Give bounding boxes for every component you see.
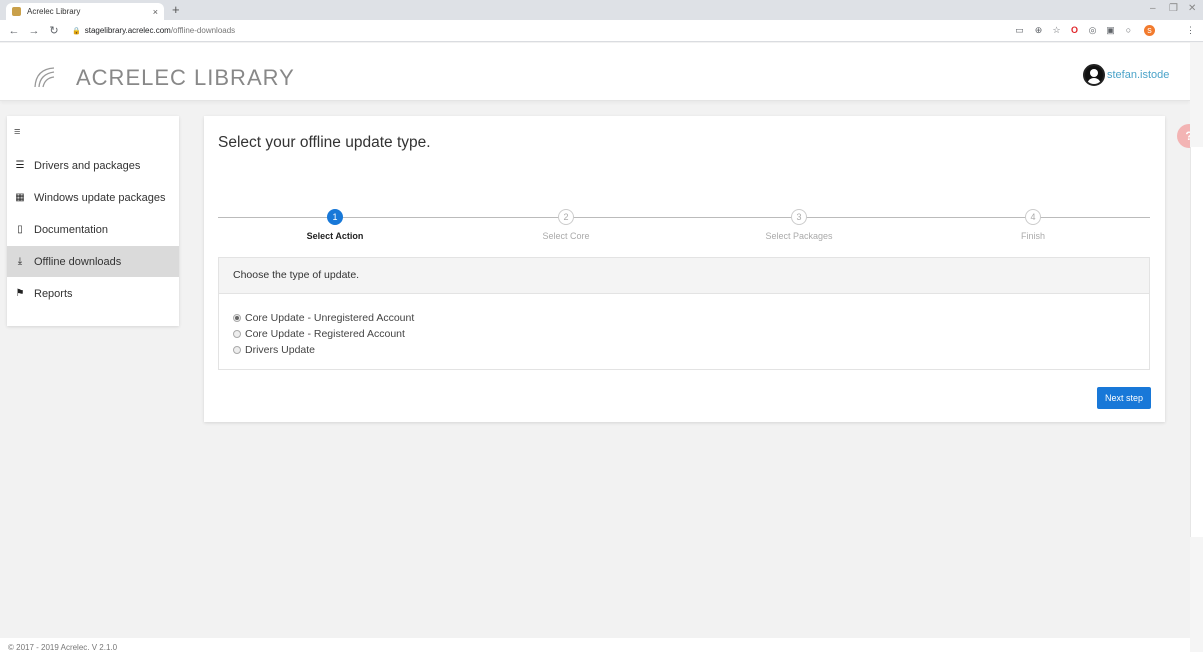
restore-icon[interactable]: ❐ (1169, 3, 1178, 14)
step-number: 1 (327, 209, 343, 225)
close-window-icon[interactable]: ✕ (1188, 3, 1196, 14)
radio-button[interactable] (233, 330, 241, 338)
forward-icon[interactable]: → (28, 25, 40, 37)
user-menu[interactable]: stefan.istode (1083, 64, 1169, 86)
sidebar-item-documentation[interactable]: ▯ Documentation (7, 214, 179, 245)
cast-icon[interactable]: ▭ (1014, 25, 1025, 36)
step-number: 4 (1025, 209, 1041, 225)
wizard-step-3[interactable]: 3 Select Packages (739, 209, 859, 241)
menu-dots-icon[interactable]: ⋮ (1185, 25, 1196, 36)
step-number: 3 (791, 209, 807, 225)
close-tab-icon[interactable]: × (153, 7, 158, 17)
sidebar-item-reports[interactable]: ⚑ Reports (7, 278, 179, 309)
extension-circle-icon[interactable]: ○ (1123, 25, 1134, 36)
option-core-registered[interactable]: Core Update - Registered Account (233, 328, 405, 340)
menu-toggle-icon[interactable]: ≡ (14, 126, 20, 138)
browser-tab[interactable]: Acrelec Library × (6, 3, 164, 20)
option-label: Drivers Update (245, 344, 316, 356)
app-header: ACRELEC LIBRARY stefan.istode (0, 43, 1190, 101)
windows-icon: ▦ (15, 192, 25, 203)
acrelec-logo-icon[interactable] (32, 65, 58, 94)
scrollbar-thumb[interactable] (1190, 147, 1203, 537)
sidebar: ≡ ☰ Drivers and packages ▦ Windows updat… (7, 116, 179, 326)
footer-copyright: © 2017 - 2019 Acrelec. V 2.1.0 (8, 643, 118, 652)
sidebar-item-label: Offline downloads (34, 255, 122, 268)
address-bar: ← → ↻ 🔒 stagelibrary.acrelec.com/offline… (0, 20, 1203, 42)
wizard-step-2[interactable]: 2 Select Core (506, 209, 626, 241)
download-icon: ⤓ (17, 256, 23, 267)
radio-button[interactable] (233, 346, 241, 354)
minimize-icon[interactable]: – (1150, 3, 1156, 14)
url-field[interactable]: stagelibrary.acrelec.com/offline-downloa… (85, 26, 235, 35)
option-drivers-update[interactable]: Drivers Update (233, 344, 315, 356)
flag-icon: ⚑ (15, 288, 25, 299)
sidebar-item-label: Reports (34, 287, 73, 300)
option-label: Core Update - Registered Account (245, 328, 405, 340)
step-label: Select Packages (765, 231, 833, 241)
sidebar-item-windows-updates[interactable]: ▦ Windows update packages (7, 182, 179, 213)
step-label: Finish (1020, 231, 1045, 241)
radio-button[interactable] (233, 314, 241, 322)
opera-extension-icon[interactable]: O (1069, 25, 1080, 36)
document-icon: ▯ (17, 224, 23, 235)
reload-icon[interactable]: ↻ (48, 24, 60, 37)
next-step-button[interactable]: Next step (1097, 387, 1151, 409)
new-tab-button[interactable]: + (172, 2, 180, 17)
sidebar-item-drivers[interactable]: ☰ Drivers and packages (7, 150, 179, 181)
page-title: Select your offline update type. (218, 134, 431, 151)
sidebar-item-label: Documentation (34, 223, 108, 236)
back-icon[interactable]: ← (8, 25, 20, 37)
step-label: Select Action (306, 231, 364, 241)
option-core-unregistered[interactable]: Core Update - Unregistered Account (233, 312, 414, 324)
browser-tab-bar: Acrelec Library × + – ❐ ✕ (0, 0, 1203, 20)
username-link[interactable]: stefan.istode (1107, 69, 1169, 81)
sidebar-item-label: Drivers and packages (34, 159, 141, 172)
favicon-icon (12, 7, 21, 16)
sidebar-item-offline-downloads[interactable]: ⤓ Offline downloads (7, 246, 179, 277)
option-label: Core Update - Unregistered Account (245, 312, 415, 324)
sidebar-item-label: Windows update packages (34, 191, 166, 204)
list-icon: ☰ (15, 160, 25, 171)
wizard-card: Select your offline update type. 1 Selec… (204, 116, 1165, 422)
lock-icon[interactable]: 🔒 (72, 27, 81, 35)
step-number: 2 (558, 209, 574, 225)
bookmark-star-icon[interactable]: ☆ (1051, 25, 1062, 36)
brand-title[interactable]: ACRELEC LIBRARY (76, 65, 295, 91)
profile-icon[interactable]: s (1144, 25, 1155, 36)
pocket-extension-icon[interactable]: ▣ (1105, 25, 1116, 36)
wizard-step-4[interactable]: 4 Finish (973, 209, 1093, 241)
footer-bar (0, 638, 1190, 652)
wizard-step-1[interactable]: 1 Select Action (275, 209, 395, 241)
step-label: Select Core (542, 231, 590, 241)
update-type-panel: Choose the type of update. Core Update -… (218, 257, 1150, 370)
avatar-icon (1083, 64, 1105, 86)
zoom-icon[interactable]: ⊕ (1033, 25, 1044, 36)
panel-heading: Choose the type of update. (219, 258, 1149, 294)
tab-title: Acrelec Library (27, 7, 81, 16)
extension-icon[interactable]: ◎ (1087, 25, 1098, 36)
